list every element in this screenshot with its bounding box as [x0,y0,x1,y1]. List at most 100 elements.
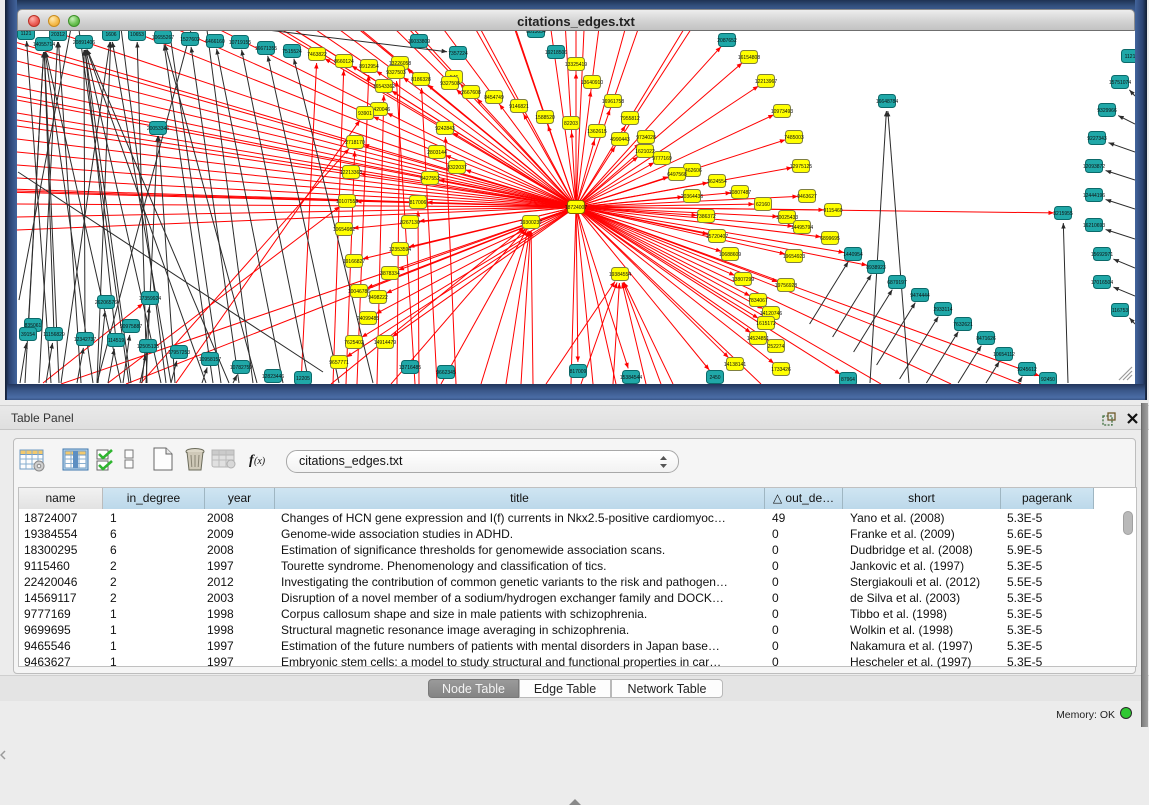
svg-text:16543362: 16543362 [373,84,395,90]
svg-text:20891406: 20891406 [73,40,95,46]
svg-text:9474444: 9474444 [910,293,930,299]
svg-text:10655267: 10655267 [152,35,174,41]
svg-text:19654923: 19654923 [783,254,805,260]
svg-text:2803144: 2803144 [427,150,447,156]
svg-text:93901: 93901 [358,111,372,117]
svg-text:9115460: 9115460 [823,208,842,214]
svg-text:7955812: 7955812 [620,116,640,122]
svg-text:7515524: 7515524 [282,49,302,55]
svg-text:14055714: 14055714 [33,42,55,48]
svg-text:15692971: 15692971 [1091,252,1113,258]
svg-text:9734028: 9734028 [636,135,656,141]
svg-text:6899695: 6899695 [820,236,840,242]
svg-text:9242843: 9242843 [435,126,455,132]
svg-text:62160: 62160 [756,202,770,208]
svg-text:9463627: 9463627 [797,194,817,200]
svg-text:16033809: 16033809 [408,39,430,45]
svg-text:9662345: 9662345 [436,370,456,376]
svg-text:87964: 87964 [841,377,855,383]
svg-text:17016504: 17016504 [1091,280,1113,286]
svg-text:7834067: 7834067 [748,298,768,304]
svg-text:1362615: 1362615 [587,129,607,135]
svg-text:9245612: 9245612 [1017,367,1037,373]
svg-text:3624554: 3624554 [707,179,727,185]
svg-text:14495794: 14495794 [791,225,813,231]
svg-text:8912954: 8912954 [359,64,379,70]
svg-text:20312: 20312 [51,32,65,38]
svg-text:17957253: 17957253 [168,350,190,356]
svg-text:7386372: 7386372 [696,214,716,220]
svg-text:2087652: 2087652 [717,38,737,44]
svg-text:6466160: 6466160 [205,39,225,45]
svg-text:92450: 92450 [1041,377,1055,383]
svg-text:10654982: 10654982 [333,227,355,233]
svg-text:8813054: 8813054 [526,31,546,35]
svg-text:13640910: 13640910 [581,80,603,86]
svg-text:14138141: 14138141 [724,362,746,368]
svg-text:13807299: 13807299 [732,277,754,283]
svg-text:10719155: 10719155 [229,40,251,46]
svg-text:13716485: 13716485 [399,365,421,371]
svg-text:8322037: 8322037 [447,165,467,171]
svg-text:14524851: 14524851 [747,336,769,342]
svg-text:16671355: 16671355 [255,46,277,52]
svg-text:7485003: 7485003 [784,135,804,141]
svg-text:252274: 252274 [768,344,785,350]
svg-text:8471626: 8471626 [976,336,996,342]
svg-text:1121: 1121 [21,31,32,37]
svg-text:8186328: 8186328 [411,77,431,83]
svg-text:2933114: 2933114 [933,307,952,313]
svg-text:15384544: 15384544 [620,375,642,381]
svg-text:3878334: 3878334 [380,271,400,277]
svg-text:19218506: 19218506 [545,50,567,56]
svg-text:15720407: 15720407 [706,234,728,240]
svg-text:12205: 12205 [296,376,310,382]
svg-text:9146821: 9146821 [509,104,529,110]
svg-text:7625402: 7625402 [344,340,364,346]
svg-text:1588520: 1588520 [535,115,555,121]
svg-text:10046786: 10046786 [348,289,370,295]
svg-text:8938923: 8938923 [866,265,886,271]
svg-text:1606: 1606 [105,32,116,38]
svg-text:10782759: 10782759 [230,365,252,371]
svg-text:9227343: 9227343 [1087,136,1107,142]
svg-text:10107553: 10107553 [336,199,358,205]
svg-text:12353594: 12353594 [389,247,411,253]
svg-text:3215955: 3215955 [1053,211,1073,217]
svg-text:12975125: 12975125 [790,164,812,170]
svg-text:4990443: 4990443 [610,137,630,143]
svg-text:12093872: 12093872 [1083,164,1105,170]
svg-text:7357224: 7357224 [448,51,468,57]
svg-text:12823446: 12823446 [262,374,284,380]
svg-text:82203: 82203 [564,121,578,127]
svg-text:7632621: 7632621 [953,322,973,328]
svg-text:26206576: 26206576 [95,300,117,306]
svg-text:10807487: 10807487 [729,190,751,196]
svg-text:9327508: 9327508 [440,81,460,87]
svg-text:1615172: 1615172 [756,321,776,327]
svg-text:114519: 114519 [108,338,125,344]
svg-text:17359924: 17359924 [139,296,161,302]
svg-text:12213967: 12213967 [755,79,777,85]
svg-text:817006: 817006 [410,200,427,206]
svg-text:9498222: 9498222 [368,295,388,301]
svg-text:90975887: 90975887 [120,324,142,330]
svg-text:10025433: 10025433 [776,215,798,221]
svg-text:1733426: 1733426 [771,367,791,373]
svg-text:39154: 39154 [21,332,35,338]
svg-text:14914479: 14914479 [374,340,396,346]
svg-text:10958157: 10958157 [199,357,221,363]
svg-text:12213363: 12213363 [340,170,362,176]
svg-text:1527602: 1527602 [180,37,200,43]
svg-text:16961758: 16961758 [602,99,624,105]
svg-text:8267130: 8267130 [400,220,420,226]
svg-text:8427552: 8427552 [420,176,440,182]
svg-text:9329966: 9329966 [1097,108,1117,114]
svg-text:7463822: 7463822 [307,52,327,58]
svg-text:9327503: 9327503 [386,70,406,76]
svg-text:20053346: 20053346 [147,126,169,132]
svg-text:12342737: 12342737 [74,337,96,343]
svg-text:16210693: 16210693 [1083,223,1105,229]
svg-text:8660124: 8660124 [334,59,354,65]
svg-text:1121: 1121 [1125,54,1135,60]
